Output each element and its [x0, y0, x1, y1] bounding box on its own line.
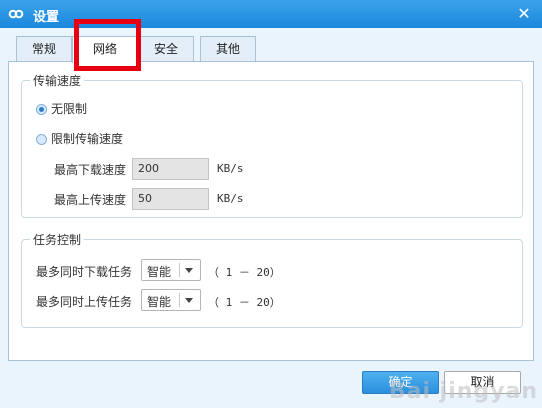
upload-tasks-range: （ 1 － 20） — [208, 296, 281, 309]
max-upload-speed-label: 最高上传速度 — [54, 193, 127, 207]
select-divider — [179, 293, 180, 307]
radio-label: 无限制 — [51, 102, 88, 116]
max-download-speed-input[interactable]: 200 — [132, 158, 209, 180]
max-upload-tasks-label: 最多同时上传任务 — [36, 295, 133, 309]
radio-label: 限制传输速度 — [51, 132, 124, 146]
tab-security[interactable]: 安全 — [138, 36, 194, 61]
max-upload-speed-input[interactable]: 50 — [132, 188, 209, 210]
group-legend: 任务控制 — [30, 231, 85, 248]
tab-network[interactable]: 网络 — [72, 36, 138, 63]
ok-button[interactable]: 确定 — [362, 371, 439, 394]
download-unit-label: KB/s — [217, 162, 244, 175]
settings-panel: 传输速度 无限制 限制传输速度 最高下载速度 200 KB/s 最高上传速度 5… — [8, 61, 534, 361]
select-value: 智能 — [147, 265, 172, 279]
radio-checked-icon — [36, 104, 47, 115]
max-download-tasks-select[interactable]: 智能 — [141, 259, 201, 281]
max-download-speed-label: 最高下载速度 — [54, 163, 127, 177]
radio-limit-speed[interactable]: 限制传输速度 — [36, 131, 123, 147]
max-download-tasks-label: 最多同时下载任务 — [36, 265, 133, 279]
max-upload-tasks-select[interactable]: 智能 — [141, 289, 201, 311]
cancel-button[interactable]: 取消 — [444, 371, 521, 394]
group-legend: 传输速度 — [30, 72, 85, 89]
cloud-logo-icon — [8, 9, 24, 19]
select-divider — [179, 263, 180, 277]
chevron-down-icon — [185, 298, 193, 303]
close-icon: ✕ — [517, 4, 531, 23]
radio-unlimited[interactable]: 无限制 — [36, 101, 87, 117]
chevron-down-icon — [185, 268, 193, 273]
title-bar: 设置 ✕ — [0, 0, 542, 28]
tab-general[interactable]: 常规 — [16, 36, 72, 61]
radio-unchecked-icon — [36, 134, 47, 145]
upload-unit-label: KB/s — [217, 192, 244, 205]
window-title: 设置 — [33, 10, 60, 25]
close-button[interactable]: ✕ — [514, 4, 534, 24]
download-tasks-range: （ 1 － 20） — [208, 266, 281, 279]
tab-other[interactable]: 其他 — [200, 36, 256, 61]
task-control-group: 任务控制 最多同时下载任务 智能 （ 1 － 20） 最多同时上传任务 智能 （… — [21, 231, 523, 328]
transfer-speed-group: 传输速度 无限制 限制传输速度 最高下载速度 200 KB/s 最高上传速度 5… — [21, 72, 523, 218]
select-value: 智能 — [147, 295, 172, 309]
